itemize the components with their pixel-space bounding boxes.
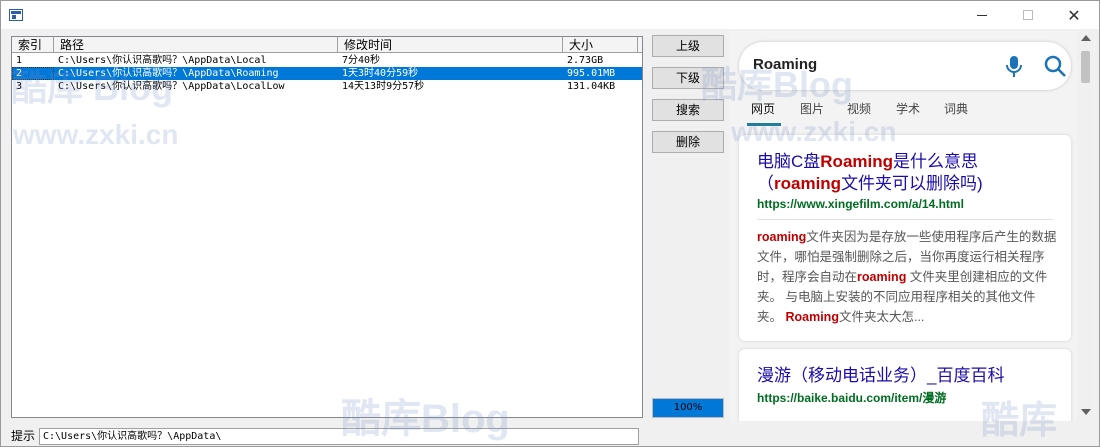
close-icon: ✕ bbox=[1067, 5, 1081, 25]
tab-images[interactable]: 图片 bbox=[800, 101, 824, 117]
column-header-index[interactable]: 索引 bbox=[12, 37, 54, 53]
row-index: 3 bbox=[16, 81, 23, 92]
row-size: 995.01MB bbox=[567, 68, 616, 79]
row-modified: 7分40秒 bbox=[342, 55, 381, 66]
web-browser-pane: Roaming 网页 图片 视频 学术 词典 电脑C盘Roaming是什么意思（… bbox=[729, 31, 1095, 421]
row-path: C:\Users\你认识高歌吗？\AppData\LocalLow bbox=[58, 81, 285, 92]
list-row[interactable]: 3 C:\Users\你认识高歌吗？\AppData\LocalLow 14天1… bbox=[12, 80, 642, 93]
status-path-field[interactable]: C:\Users\你认识高歌吗？\AppData\ bbox=[39, 428, 639, 445]
row-index: 1 bbox=[16, 55, 23, 66]
status-label: 提示 bbox=[11, 429, 36, 443]
folder-list[interactable]: 索引 路径 修改时间 大小 1 C:\Users\你认识高歌吗？\AppData… bbox=[11, 36, 643, 418]
browser-scrollbar[interactable] bbox=[1077, 31, 1094, 421]
maximize-button[interactable] bbox=[1005, 1, 1051, 29]
result-title[interactable]: 漫游（移动电话业务）_百度百科 bbox=[757, 365, 1004, 387]
result-title[interactable]: 电脑C盘Roaming是什么意思（roaming文件夹可以删除吗) bbox=[757, 151, 1057, 195]
active-tab-indicator bbox=[747, 123, 781, 126]
row-modified: 1天3时40分59秒 bbox=[342, 68, 419, 79]
progress-bar: 100% bbox=[652, 398, 724, 418]
row-modified: 14天13时9分57秒 bbox=[342, 81, 425, 92]
list-row-selected[interactable]: 2 C:\Users\你认识高歌吗？\AppData\Roaming 1天3时4… bbox=[12, 67, 642, 80]
search-tabs: 网页 图片 视频 学术 词典 bbox=[729, 99, 1095, 127]
tab-videos[interactable]: 视频 bbox=[847, 101, 871, 117]
list-row[interactable]: 1 C:\Users\你认识高歌吗？\AppData\Local 7分40秒 2… bbox=[12, 54, 642, 67]
column-header-modified[interactable]: 修改时间 bbox=[338, 37, 563, 53]
app-icon bbox=[9, 9, 23, 21]
column-header-size[interactable]: 大小 bbox=[563, 37, 638, 53]
close-button[interactable]: ✕ bbox=[1051, 1, 1097, 29]
search-button[interactable]: 搜索 bbox=[652, 99, 724, 121]
search-query[interactable]: Roaming bbox=[753, 56, 817, 73]
app-window: ✕ 索引 路径 修改时间 大小 1 C:\Users\你认识高歌吗？\AppDa… bbox=[0, 0, 1100, 447]
row-size: 131.04KB bbox=[567, 81, 616, 92]
tab-web[interactable]: 网页 bbox=[751, 101, 775, 117]
search-result-card: 电脑C盘Roaming是什么意思（roaming文件夹可以删除吗) https:… bbox=[739, 135, 1071, 341]
result-url[interactable]: https://www.xingefilm.com/a/14.html bbox=[757, 197, 964, 211]
search-box[interactable]: Roaming bbox=[739, 42, 1071, 90]
progress-label: 100% bbox=[673, 402, 703, 413]
minimize-button[interactable] bbox=[959, 1, 1005, 29]
list-header: 索引 路径 修改时间 大小 bbox=[12, 37, 642, 53]
row-path: C:\Users\你认识高歌吗？\AppData\Roaming bbox=[58, 68, 279, 79]
result-divider bbox=[757, 219, 1053, 220]
scroll-down-arrow-icon[interactable] bbox=[1081, 409, 1091, 415]
tab-dictionary[interactable]: 词典 bbox=[944, 101, 968, 117]
minimize-icon bbox=[977, 14, 987, 16]
title-bar: ✕ bbox=[1, 1, 1099, 29]
scroll-up-arrow-icon[interactable] bbox=[1081, 35, 1091, 41]
maximize-icon bbox=[1023, 10, 1033, 20]
search-result-card: 漫游（移动电话业务）_百度百科 https://baike.baidu.com/… bbox=[739, 349, 1071, 421]
row-size: 2.73GB bbox=[567, 55, 604, 66]
result-url[interactable]: https://baike.baidu.com/item/漫游 bbox=[757, 389, 946, 406]
up-level-button[interactable]: 上级 bbox=[652, 35, 724, 57]
row-path: C:\Users\你认识高歌吗？\AppData\Local bbox=[58, 55, 267, 66]
search-icon[interactable] bbox=[1043, 54, 1067, 78]
delete-button[interactable]: 删除 bbox=[652, 131, 724, 153]
row-index: 2 bbox=[12, 67, 54, 80]
status-bar: 提示 C:\Users\你认识高歌吗？\AppData\ bbox=[1, 427, 1099, 446]
tab-academic[interactable]: 学术 bbox=[896, 101, 920, 117]
microphone-icon[interactable] bbox=[1003, 54, 1025, 80]
column-header-path[interactable]: 路径 bbox=[54, 37, 338, 53]
down-level-button[interactable]: 下级 bbox=[652, 67, 724, 89]
scroll-thumb[interactable] bbox=[1081, 51, 1090, 83]
result-snippet: roaming文件夹因为是存放一些使用程序后产生的数据文件，哪怕是强制删除之后，… bbox=[757, 230, 1057, 324]
